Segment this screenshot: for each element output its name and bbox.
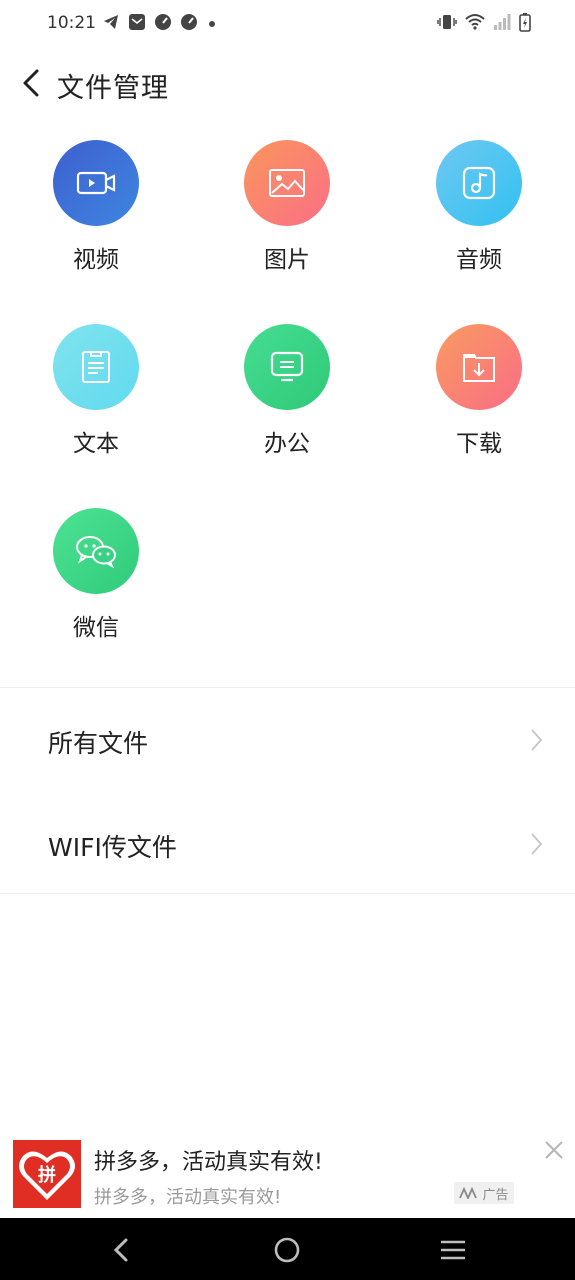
nav-back-button[interactable] <box>104 1233 138 1267</box>
back-triangle-icon <box>113 1238 128 1262</box>
chevron-right-icon <box>531 729 543 751</box>
menu-icon <box>441 1240 465 1260</box>
ad-subtitle: 拼多多，活动真实有效! <box>94 1187 282 1208</box>
ad-network-icon <box>459 1187 478 1199</box>
divider <box>0 893 575 894</box>
category-office[interactable]: 办公 <box>217 324 357 458</box>
battery-charging-icon <box>519 12 531 36</box>
chevron-right-icon <box>531 833 543 855</box>
category-video[interactable]: 视频 <box>26 140 166 274</box>
category-label: 微信 <box>73 615 119 641</box>
status-time: 10:21 <box>47 13 96 33</box>
ad-badge-label: 广告 <box>482 1187 509 1203</box>
pinduoduo-logo: 拼 <box>13 1140 81 1208</box>
back-button[interactable] <box>14 66 48 100</box>
nav-menu-button[interactable] <box>436 1233 470 1267</box>
document-icon <box>82 351 110 383</box>
system-nav-bar <box>0 1218 575 1280</box>
ad-banner[interactable]: 拼 拼多多，活动真实有效! 拼多多，活动真实有效! 广告 <box>0 1130 575 1218</box>
speedometer-icon <box>180 13 198 35</box>
page-title: 文件管理 <box>57 73 169 104</box>
telegram-icon <box>102 13 120 35</box>
wifi-icon <box>465 13 485 35</box>
chevron-left-icon <box>23 69 39 97</box>
category-audio[interactable]: 音频 <box>409 140 549 274</box>
download-folder-icon <box>463 354 495 382</box>
app-header: 文件管理 <box>0 56 575 112</box>
status-left-icons <box>102 13 218 35</box>
list-item-label: 所有文件 <box>48 729 149 758</box>
svg-text:拼: 拼 <box>38 1164 56 1186</box>
ad-badge: 广告 <box>454 1182 514 1204</box>
speedometer-icon <box>154 13 172 35</box>
close-icon[interactable] <box>542 1138 566 1162</box>
category-label: 文本 <box>73 431 119 457</box>
vibrate-icon <box>437 13 457 35</box>
category-label: 办公 <box>264 431 310 457</box>
signal-icon <box>493 13 511 35</box>
ad-title: 拼多多，活动真实有效! <box>94 1150 323 1175</box>
list-item-all-files[interactable]: 所有文件 <box>0 690 575 790</box>
category-wechat[interactable]: 微信 <box>26 508 166 642</box>
home-circle-icon <box>274 1237 300 1263</box>
wechat-icon <box>76 536 116 568</box>
mail-icon <box>128 13 146 35</box>
monitor-icon <box>270 351 304 382</box>
category-download[interactable]: 下载 <box>409 324 549 458</box>
category-label: 视频 <box>73 247 119 273</box>
category-text[interactable]: 文本 <box>26 324 166 458</box>
music-note-icon <box>462 166 496 200</box>
list-item-wifi-transfer[interactable]: WIFI传文件 <box>0 794 575 894</box>
category-label: 图片 <box>264 247 310 273</box>
category-label: 音频 <box>456 247 502 273</box>
nav-home-button[interactable] <box>270 1233 304 1267</box>
status-bar: 10:21 <box>0 0 575 48</box>
status-right-icons <box>437 12 531 36</box>
category-label: 下载 <box>456 431 502 457</box>
list-item-label: WIFI传文件 <box>48 833 177 862</box>
category-image[interactable]: 图片 <box>217 140 357 274</box>
dot-icon <box>206 15 218 34</box>
image-icon <box>269 169 305 197</box>
video-camera-icon <box>76 171 116 195</box>
divider <box>0 687 575 688</box>
